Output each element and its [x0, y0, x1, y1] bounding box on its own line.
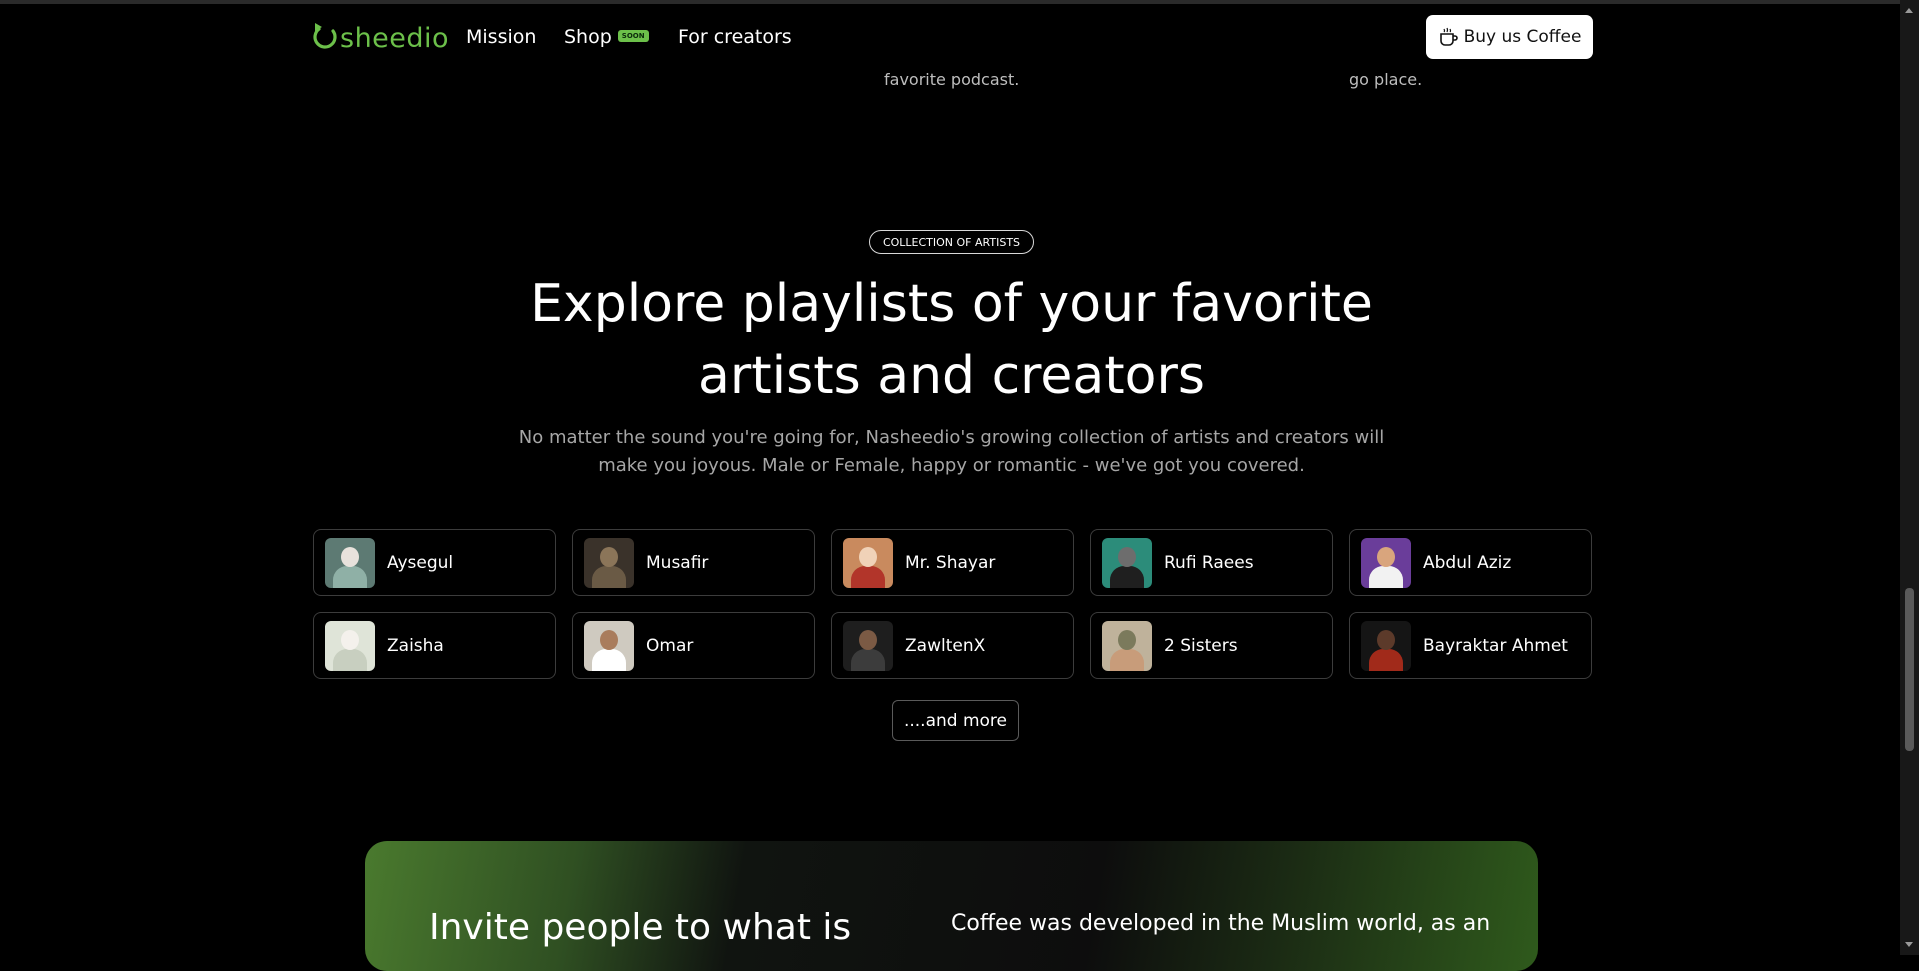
logo-play-icon	[313, 23, 339, 53]
nav-link-shop-label: Shop	[564, 26, 612, 48]
nav-link-for-creators[interactable]: For creators	[678, 26, 792, 48]
artist-card[interactable]: Bayraktar Ahmet	[1349, 612, 1592, 679]
invite-heading: Invite people to what is	[429, 907, 852, 948]
artist-name: Omar	[646, 635, 694, 656]
invite-description: Coffee was developed in the Muslim world…	[951, 911, 1491, 936]
navbar: sheedio Mission Shop SOON For creators Bu…	[0, 4, 1900, 70]
section-badge: COLLECTION OF ARTISTS	[869, 230, 1034, 254]
artist-avatar	[584, 537, 634, 588]
artist-name: 2 Sisters	[1164, 635, 1238, 656]
and-more-button[interactable]: ....and more	[892, 700, 1019, 741]
artist-card[interactable]: Mr. Shayar	[831, 529, 1074, 596]
previous-feature-text: favorite podcast.	[884, 70, 1020, 89]
artist-name: Aysegul	[387, 552, 454, 573]
artist-avatar	[1102, 537, 1152, 588]
artist-card[interactable]: Rufi Raees	[1090, 529, 1333, 596]
scrollbar-thumb[interactable]	[1905, 588, 1914, 751]
artist-avatar	[325, 537, 375, 588]
section-headline: Explore playlists of your favorite artis…	[530, 274, 1373, 406]
artist-name: ZawltenX	[905, 635, 986, 656]
logo[interactable]: sheedio	[313, 20, 449, 56]
page-scrollbar[interactable]	[1900, 0, 1919, 955]
artist-avatar	[1361, 620, 1411, 671]
artist-card[interactable]: ZawltenX	[831, 612, 1074, 679]
nav-link-shop[interactable]: Shop SOON	[564, 26, 649, 48]
invite-panel: Invite people to what is Coffee was deve…	[365, 841, 1538, 971]
previous-feature-text: go place.	[1349, 70, 1423, 89]
artist-card[interactable]: Abdul Aziz	[1349, 529, 1592, 596]
artist-avatar	[325, 620, 375, 671]
artist-card[interactable]: Musafir	[572, 529, 815, 596]
coffee-cup-icon	[1439, 27, 1458, 46]
logo-text: sheedio	[340, 22, 450, 54]
artist-avatar	[1361, 537, 1411, 588]
scroll-down-arrow[interactable]	[1905, 942, 1913, 947]
artist-name: Zaisha	[387, 635, 444, 656]
artist-name: Musafir	[646, 552, 709, 573]
artist-avatar	[584, 620, 634, 671]
buy-us-coffee-button[interactable]: Buy us Coffee	[1426, 15, 1593, 59]
artist-avatar	[1102, 620, 1152, 671]
section-subtext: No matter the sound you're going for, Na…	[518, 427, 1385, 476]
artist-name: Mr. Shayar	[905, 552, 996, 573]
artist-name: Rufi Raees	[1164, 552, 1254, 573]
soon-badge: SOON	[617, 29, 649, 42]
artist-grid: Aysegul Musafir Mr. Shayar Rufi Raees Abdul …	[313, 529, 1592, 679]
artist-name: Bayraktar Ahmet	[1423, 635, 1568, 656]
artist-card[interactable]: Omar	[572, 612, 815, 679]
scroll-up-arrow[interactable]	[1905, 8, 1913, 13]
artist-avatar	[843, 537, 893, 588]
nav-link-mission[interactable]: Mission	[466, 26, 536, 48]
artist-card[interactable]: Zaisha	[313, 612, 556, 679]
artist-name: Abdul Aziz	[1423, 552, 1512, 573]
artist-avatar	[843, 620, 893, 671]
artist-card[interactable]: 2 Sisters	[1090, 612, 1333, 679]
buy-us-coffee-label: Buy us Coffee	[1463, 27, 1582, 47]
artist-card[interactable]: Aysegul	[313, 529, 556, 596]
